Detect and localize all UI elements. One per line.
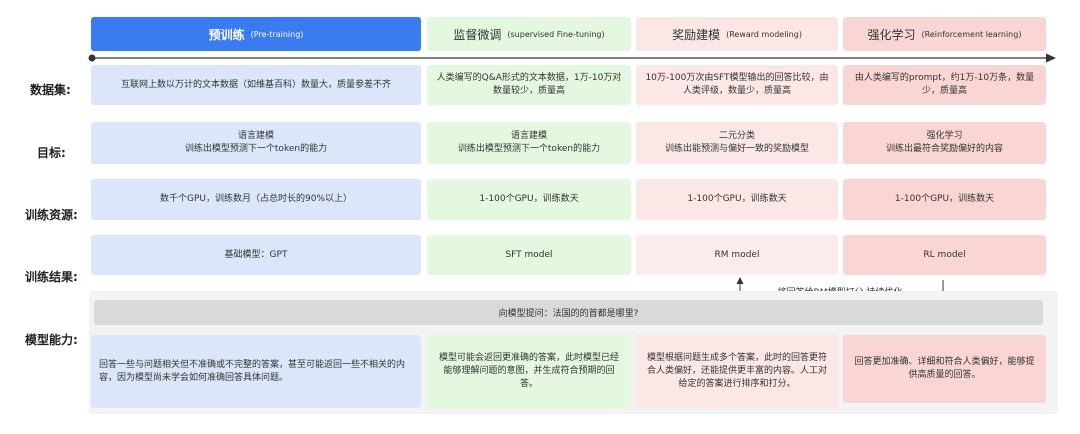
question-bar: 向模型提问：法国的的首都是哪里? (94, 300, 1043, 325)
capability-pretraining: 回答一些与问题相关但不准确或不完整的答案，甚至可能返回一些不相关的内容，因为模型… (91, 335, 421, 408)
capability-reward-modeling: 模型根据问题生成多个答案，此时的回答更符合人类偏好，还能提供更丰富的内容。人工对… (636, 335, 838, 408)
capability-sft: 模型可能会返回更准确的答案，此时模型已经能够理解问题的意图，并生成符合预期的回答… (427, 335, 631, 408)
capability-rl: 回答更加准确、详细和符合人类偏好，能够提供高质量的回答。 (843, 335, 1046, 403)
feedback-arrowhead (736, 277, 744, 284)
